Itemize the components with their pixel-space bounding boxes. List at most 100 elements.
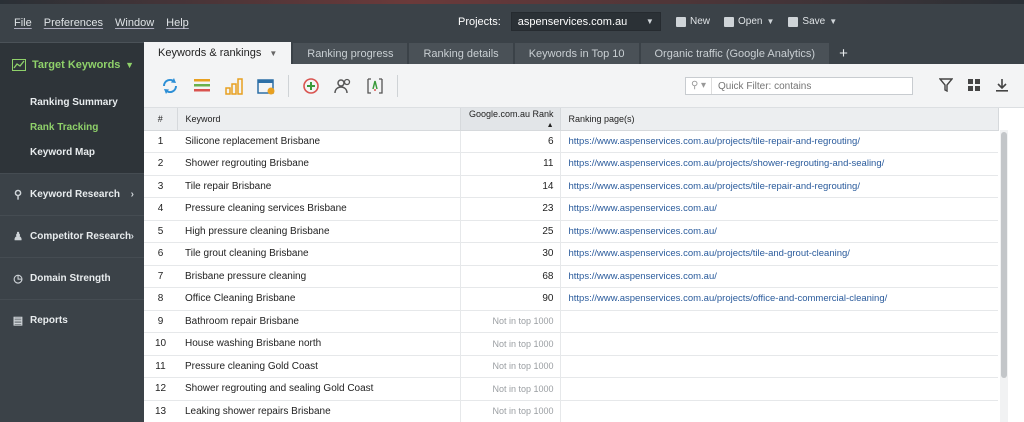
- search-icon[interactable]: ⚲ ▾: [686, 78, 712, 94]
- chevron-right-icon: ›: [130, 189, 134, 200]
- table-row[interactable]: 13 Leaking shower repairs Brisbane Not in …: [144, 400, 998, 422]
- tab-ranking-progress[interactable]: Ranking progress: [293, 43, 408, 64]
- ranking-page-link: [560, 310, 998, 333]
- row-index: 5: [144, 220, 177, 243]
- rank-cell: Not in top 1000: [459, 355, 561, 378]
- ranking-page-link[interactable]: https://www.aspenservices.com.au/project…: [560, 152, 998, 176]
- ranking-page-link: [560, 377, 998, 401]
- keyword-cell: Tile repair Brisbane: [177, 175, 460, 198]
- menu-window[interactable]: Window: [115, 17, 154, 29]
- keyword-cell: Shower regrouting Brisbane: [177, 152, 460, 176]
- row-index: 7: [144, 265, 177, 288]
- new-button[interactable]: New: [676, 16, 710, 27]
- keyword-cell: Tile grout cleaning Brisbane: [177, 242, 460, 266]
- vertical-scrollbar[interactable]: [1000, 130, 1008, 422]
- ranking-page-link[interactable]: https://www.aspenservices.com.au/: [560, 265, 998, 288]
- ranking-page-link: [560, 400, 998, 422]
- table-row[interactable]: 7 Brisbane pressure cleaning 68 https://www…: [144, 265, 998, 288]
- right-tools: [938, 77, 1010, 93]
- filter-button[interactable]: [938, 77, 954, 93]
- refresh-icon: [162, 78, 178, 94]
- col-header-ranking-pages[interactable]: Ranking page(s): [560, 108, 999, 131]
- rankings-table: # Keyword Google.com.au Rank ▲ Ranking p…: [144, 108, 999, 422]
- export-button[interactable]: [994, 77, 1010, 93]
- sidebar-item-keyword-research[interactable]: ⚲ Keyword Research ›: [0, 173, 144, 215]
- sidebar-item-reports[interactable]: ▤ Reports: [0, 299, 144, 341]
- sidebar-item-domain-strength[interactable]: ◷ Domain Strength: [0, 257, 144, 299]
- disk-icon: [788, 16, 799, 27]
- keyword-cell: House washing Brisbane north: [177, 332, 460, 356]
- keyword-cell: Pressure cleaning services Brisbane: [177, 197, 460, 221]
- table-row[interactable]: 9 Bathroom repair Brisbane Not in top 1000: [144, 310, 998, 333]
- table-row[interactable]: 5 High pressure cleaning Brisbane 25 https:…: [144, 220, 998, 243]
- keyword-cell: Leaking shower repairs Brisbane: [177, 400, 460, 422]
- table-row[interactable]: 8 Office Cleaning Brisbane 90 https://www.a…: [144, 287, 998, 311]
- calendar-icon: [257, 79, 275, 95]
- tab-bar: Keywords & rankings ▼ Ranking progress Ra…: [144, 42, 1024, 64]
- ranking-page-link[interactable]: https://www.aspenservices.com.au/project…: [560, 175, 998, 198]
- project-selected: aspenservices.com.au: [517, 15, 628, 28]
- row-index: 10: [144, 332, 177, 356]
- chevron-down-icon: ▼: [125, 59, 134, 70]
- menu-preferences[interactable]: Preferences: [44, 17, 103, 29]
- col-header-index[interactable]: #: [144, 108, 178, 131]
- table-row[interactable]: 3 Tile repair Brisbane 14 https://www.aspen…: [144, 175, 998, 198]
- row-index: 9: [144, 310, 177, 333]
- table-row[interactable]: 10 House washing Brisbane north Not in top…: [144, 332, 998, 356]
- save-button[interactable]: Save ▼: [788, 16, 837, 27]
- table-row[interactable]: 12 Shower regrouting and sealing Gold Coa…: [144, 377, 998, 401]
- sidebar-item-label: Target Keywords: [32, 58, 121, 71]
- table-row[interactable]: 2 Shower regrouting Brisbane 11 https://www…: [144, 152, 998, 176]
- add-keywords-button[interactable]: [299, 74, 323, 98]
- save-label: Save: [802, 16, 826, 27]
- rank-cell: 68: [459, 265, 561, 288]
- schedule-button[interactable]: [254, 74, 278, 98]
- download-icon: [996, 79, 1008, 92]
- table-row[interactable]: 6 Tile grout cleaning Brisbane 30 https://w…: [144, 242, 998, 266]
- ranking-page-link[interactable]: https://www.aspenservices.com.au/: [560, 197, 998, 221]
- col-header-rank[interactable]: Google.com.au Rank ▲: [460, 108, 561, 131]
- keyword-cell: Bathroom repair Brisbane: [177, 310, 460, 333]
- rank-cell: Not in top 1000: [459, 377, 561, 401]
- tab-keywords-top10[interactable]: Keywords in Top 10: [514, 43, 639, 64]
- chevron-down-icon: ▼: [829, 17, 838, 26]
- list-icon: [194, 79, 210, 92]
- table-row[interactable]: 4 Pressure cleaning services Brisbane 23 ht…: [144, 197, 998, 221]
- ranking-page-link[interactable]: https://www.aspenservices.com.au/project…: [560, 130, 998, 153]
- open-button[interactable]: Open ▼: [724, 16, 774, 27]
- col-header-keyword[interactable]: Keyword: [177, 108, 461, 131]
- quick-filter-input[interactable]: [712, 80, 902, 92]
- new-label: New: [690, 16, 711, 27]
- sidebar-subitem-rank-tracking[interactable]: Rank Tracking: [0, 115, 144, 140]
- competitors-button[interactable]: [331, 74, 355, 98]
- refresh-button[interactable]: [158, 74, 182, 98]
- tab-keywords-rankings[interactable]: Keywords & rankings ▼: [144, 42, 292, 64]
- table-row[interactable]: 1 Silicone replacement Brisbane 6 https://w…: [144, 130, 998, 153]
- list-view-button[interactable]: [190, 74, 214, 98]
- ranking-page-link[interactable]: https://www.aspenservices.com.au/project…: [560, 287, 998, 311]
- sidebar-item-competitor-research[interactable]: ♟ Competitor Research ›: [0, 215, 144, 257]
- ranking-page-link[interactable]: https://www.aspenservices.com.au/project…: [560, 242, 998, 266]
- sidebar-subitem-keyword-map[interactable]: Keyword Map: [0, 140, 144, 165]
- project-dropdown[interactable]: aspenservices.com.au ▼: [510, 12, 661, 31]
- sidebar-item-target-keywords[interactable]: Target Keywords ▼: [0, 42, 144, 86]
- add-tab-button[interactable]: +: [831, 43, 856, 64]
- table-row[interactable]: 11 Pressure cleaning Gold Coast Not in top…: [144, 355, 998, 378]
- sort-button[interactable]: [363, 74, 387, 98]
- sidebar-item-label: Reports: [30, 315, 68, 326]
- menu-help[interactable]: Help: [166, 17, 189, 29]
- toolbar: ⚲ ▾: [144, 64, 1024, 108]
- scrollbar-thumb[interactable]: [1001, 132, 1007, 378]
- layout-button[interactable]: [966, 77, 982, 93]
- rank-cell: 25: [459, 220, 561, 243]
- row-index: 12: [144, 377, 177, 401]
- ranking-page-link[interactable]: https://www.aspenservices.com.au/: [560, 220, 998, 243]
- menu-file[interactable]: File: [14, 17, 32, 29]
- row-index: 8: [144, 287, 177, 311]
- sort-icon: [367, 78, 383, 94]
- tab-ranking-details[interactable]: Ranking details: [409, 43, 513, 64]
- sidebar-subitem-ranking-summary[interactable]: Ranking Summary: [0, 90, 144, 115]
- tab-organic-traffic[interactable]: Organic traffic (Google Analytics): [640, 43, 830, 64]
- bar-chart-button[interactable]: [222, 74, 246, 98]
- rank-cell: 14: [459, 175, 561, 198]
